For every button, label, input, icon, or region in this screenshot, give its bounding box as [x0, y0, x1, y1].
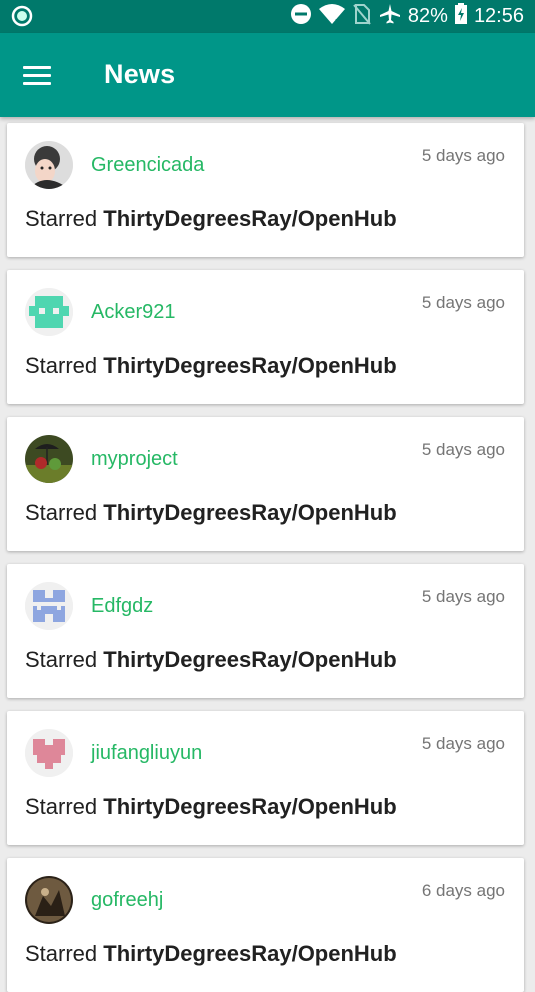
event-card[interactable]: myproject 5 days ago Starred ThirtyDegre… [7, 417, 524, 551]
username-link[interactable]: Acker921 [91, 301, 176, 324]
repo-link[interactable]: ThirtyDegreesRay/OpenHub [103, 353, 396, 378]
username-link[interactable]: Edfgdz [91, 595, 153, 618]
username-link[interactable]: gofreehj [91, 889, 163, 912]
action-verb: Starred [25, 353, 98, 378]
action-verb: Starred [25, 794, 98, 819]
event-card[interactable]: Acker921 5 days ago Starred ThirtyDegree… [7, 270, 524, 404]
hamburger-menu-icon[interactable] [23, 66, 51, 86]
event-description: Starred ThirtyDegreesRay/OpenHub [25, 794, 397, 820]
svg-text:x: x [335, 17, 341, 25]
notification-dot-icon [11, 5, 33, 32]
event-card[interactable]: Edfgdz 5 days ago Starred ThirtyDegreesR… [7, 564, 524, 698]
repo-link[interactable]: ThirtyDegreesRay/OpenHub [103, 500, 396, 525]
event-description: Starred ThirtyDegreesRay/OpenHub [25, 353, 397, 379]
event-card[interactable]: jiufangliuyun 5 days ago Starred ThirtyD… [7, 711, 524, 845]
event-time: 5 days ago [421, 587, 505, 606]
repo-link[interactable]: ThirtyDegreesRay/OpenHub [103, 206, 396, 231]
avatar[interactable] [25, 729, 73, 777]
no-sim-icon [352, 3, 372, 31]
app-bar: News [0, 33, 535, 117]
repo-link[interactable]: ThirtyDegreesRay/OpenHub [103, 794, 396, 819]
event-time: 5 days ago [421, 440, 505, 459]
battery-percent: 82% [407, 5, 448, 27]
event-time: 6 days ago [421, 881, 505, 900]
username-link[interactable]: myproject [91, 448, 178, 471]
avatar[interactable] [25, 288, 73, 336]
event-time: 5 days ago [421, 146, 505, 165]
action-verb: Starred [25, 206, 98, 231]
avatar[interactable] [25, 141, 73, 189]
airplane-icon [378, 3, 402, 31]
action-verb: Starred [25, 647, 98, 672]
event-description: Starred ThirtyDegreesRay/OpenHub [25, 500, 397, 526]
event-card[interactable]: gofreehj 6 days ago Starred ThirtyDegree… [7, 858, 524, 992]
battery-icon [454, 2, 468, 31]
event-card[interactable]: Greencicada 5 days ago Starred ThirtyDeg… [7, 123, 524, 257]
event-time: 5 days ago [421, 293, 505, 312]
repo-link[interactable]: ThirtyDegreesRay/OpenHub [103, 647, 396, 672]
event-time: 5 days ago [421, 734, 505, 753]
avatar[interactable] [25, 435, 73, 483]
event-description: Starred ThirtyDegreesRay/OpenHub [25, 941, 397, 967]
status-bar: x 82% 12:56 [0, 0, 535, 33]
avatar[interactable] [25, 582, 73, 630]
wifi-icon: x [318, 3, 346, 31]
action-verb: Starred [25, 500, 98, 525]
page-title: News [104, 59, 176, 89]
username-link[interactable]: Greencicada [91, 154, 204, 177]
event-description: Starred ThirtyDegreesRay/OpenHub [25, 206, 397, 232]
event-description: Starred ThirtyDegreesRay/OpenHub [25, 647, 397, 673]
do-not-disturb-icon [290, 3, 312, 31]
avatar[interactable] [25, 876, 73, 924]
clock: 12:56 [473, 5, 524, 27]
username-link[interactable]: jiufangliuyun [91, 742, 202, 765]
